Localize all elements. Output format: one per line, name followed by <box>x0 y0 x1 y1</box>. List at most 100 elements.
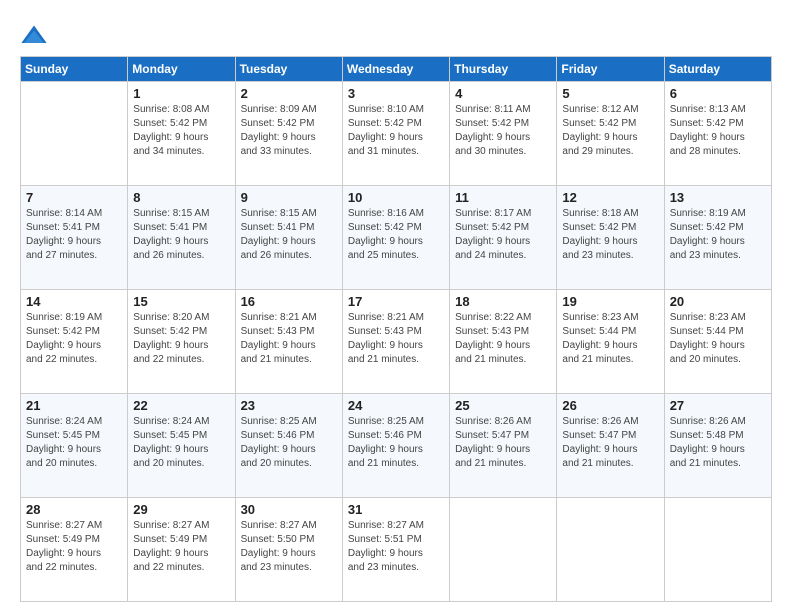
day-number: 14 <box>26 294 122 309</box>
day-number: 5 <box>562 86 658 101</box>
calendar-day-cell: 13 Sunrise: 8:19 AM Sunset: 5:42 PM Dayli… <box>664 186 771 290</box>
calendar-week-row: 21 Sunrise: 8:24 AM Sunset: 5:45 PM Dayli… <box>21 394 772 498</box>
calendar-table: SundayMondayTuesdayWednesdayThursdayFrid… <box>20 56 772 602</box>
day-number: 27 <box>670 398 766 413</box>
day-detail: Sunrise: 8:27 AM Sunset: 5:49 PM Dayligh… <box>26 519 122 575</box>
day-number: 15 <box>133 294 229 309</box>
calendar-day-cell: 8 Sunrise: 8:15 AM Sunset: 5:41 PM Daylig… <box>128 186 235 290</box>
calendar-day-cell: 15 Sunrise: 8:20 AM Sunset: 5:42 PM Dayli… <box>128 290 235 394</box>
page: SundayMondayTuesdayWednesdayThursdayFrid… <box>0 0 792 612</box>
calendar-day-cell: 20Sunrise: 8:23 AM Sunset: 5:44 PM Dayli… <box>664 290 771 394</box>
calendar-day-cell: 9Sunrise: 8:15 AM Sunset: 5:41 PM Daylig… <box>235 186 342 290</box>
calendar-day-cell: 7 Sunrise: 8:14 AM Sunset: 5:41 PM Daylig… <box>21 186 128 290</box>
day-number: 12 <box>562 190 658 205</box>
calendar-week-row: 7 Sunrise: 8:14 AM Sunset: 5:41 PM Daylig… <box>21 186 772 290</box>
day-detail: Sunrise: 8:08 AM Sunset: 5:42 PM Dayligh… <box>133 103 229 159</box>
day-detail: Sunrise: 8:19 AM Sunset: 5:42 PM Dayligh… <box>670 207 766 263</box>
calendar-day-cell: 12 Sunrise: 8:18 AM Sunset: 5:42 PM Dayli… <box>557 186 664 290</box>
day-detail: Sunrise: 8:23 AM Sunset: 5:44 PM Dayligh… <box>562 311 658 367</box>
calendar-day-cell <box>21 82 128 186</box>
calendar-day-header: Friday <box>557 57 664 82</box>
day-detail: Sunrise: 8:16 AM Sunset: 5:42 PM Dayligh… <box>348 207 444 263</box>
calendar-day-cell: 19 Sunrise: 8:23 AM Sunset: 5:44 PM Dayli… <box>557 290 664 394</box>
calendar-day-header: Sunday <box>21 57 128 82</box>
day-number: 7 <box>26 190 122 205</box>
calendar-header-row: SundayMondayTuesdayWednesdayThursdayFrid… <box>21 57 772 82</box>
day-detail: Sunrise: 8:24 AM Sunset: 5:45 PM Dayligh… <box>26 415 122 471</box>
day-number: 3 <box>348 86 444 101</box>
calendar-day-cell: 28 Sunrise: 8:27 AM Sunset: 5:49 PM Dayli… <box>21 498 128 602</box>
day-number: 4 <box>455 86 551 101</box>
day-number: 23 <box>241 398 337 413</box>
day-number: 11 <box>455 190 551 205</box>
day-number: 31 <box>348 502 444 517</box>
day-number: 10 <box>348 190 444 205</box>
calendar-day-cell: 29Sunrise: 8:27 AM Sunset: 5:49 PM Dayli… <box>128 498 235 602</box>
day-number: 24 <box>348 398 444 413</box>
day-detail: Sunrise: 8:27 AM Sunset: 5:50 PM Dayligh… <box>241 519 337 575</box>
day-number: 30 <box>241 502 337 517</box>
day-detail: Sunrise: 8:26 AM Sunset: 5:47 PM Dayligh… <box>455 415 551 471</box>
day-detail: Sunrise: 8:10 AM Sunset: 5:42 PM Dayligh… <box>348 103 444 159</box>
calendar-day-cell: 25 Sunrise: 8:26 AM Sunset: 5:47 PM Dayli… <box>450 394 557 498</box>
day-number: 28 <box>26 502 122 517</box>
day-detail: Sunrise: 8:25 AM Sunset: 5:46 PM Dayligh… <box>241 415 337 471</box>
calendar-day-cell: 6 Sunrise: 8:13 AM Sunset: 5:42 PM Daylig… <box>664 82 771 186</box>
day-number: 26 <box>562 398 658 413</box>
calendar-day-cell <box>557 498 664 602</box>
day-detail: Sunrise: 8:12 AM Sunset: 5:42 PM Dayligh… <box>562 103 658 159</box>
calendar-day-cell: 14 Sunrise: 8:19 AM Sunset: 5:42 PM Dayli… <box>21 290 128 394</box>
calendar-day-cell <box>664 498 771 602</box>
day-number: 19 <box>562 294 658 309</box>
calendar-day-cell: 30 Sunrise: 8:27 AM Sunset: 5:50 PM Dayli… <box>235 498 342 602</box>
calendar-day-header: Thursday <box>450 57 557 82</box>
day-detail: Sunrise: 8:26 AM Sunset: 5:47 PM Dayligh… <box>562 415 658 471</box>
day-detail: Sunrise: 8:21 AM Sunset: 5:43 PM Dayligh… <box>348 311 444 367</box>
day-number: 21 <box>26 398 122 413</box>
calendar-day-cell: 18 Sunrise: 8:22 AM Sunset: 5:43 PM Dayli… <box>450 290 557 394</box>
calendar-day-cell: 23 Sunrise: 8:25 AM Sunset: 5:46 PM Dayli… <box>235 394 342 498</box>
day-detail: Sunrise: 8:23 AM Sunset: 5:44 PM Dayligh… <box>670 311 766 367</box>
day-detail: Sunrise: 8:14 AM Sunset: 5:41 PM Dayligh… <box>26 207 122 263</box>
logo-icon <box>20 22 48 50</box>
day-number: 8 <box>133 190 229 205</box>
day-detail: Sunrise: 8:15 AM Sunset: 5:41 PM Dayligh… <box>241 207 337 263</box>
day-detail: Sunrise: 8:18 AM Sunset: 5:42 PM Dayligh… <box>562 207 658 263</box>
calendar-day-header: Tuesday <box>235 57 342 82</box>
day-detail: Sunrise: 8:20 AM Sunset: 5:42 PM Dayligh… <box>133 311 229 367</box>
day-number: 6 <box>670 86 766 101</box>
calendar-day-cell: 10 Sunrise: 8:16 AM Sunset: 5:42 PM Dayli… <box>342 186 449 290</box>
day-detail: Sunrise: 8:17 AM Sunset: 5:42 PM Dayligh… <box>455 207 551 263</box>
calendar-day-cell: 26 Sunrise: 8:26 AM Sunset: 5:47 PM Dayli… <box>557 394 664 498</box>
day-number: 17 <box>348 294 444 309</box>
day-detail: Sunrise: 8:22 AM Sunset: 5:43 PM Dayligh… <box>455 311 551 367</box>
day-number: 1 <box>133 86 229 101</box>
day-detail: Sunrise: 8:13 AM Sunset: 5:42 PM Dayligh… <box>670 103 766 159</box>
day-number: 18 <box>455 294 551 309</box>
day-number: 29 <box>133 502 229 517</box>
day-detail: Sunrise: 8:19 AM Sunset: 5:42 PM Dayligh… <box>26 311 122 367</box>
calendar-day-cell: 5 Sunrise: 8:12 AM Sunset: 5:42 PM Daylig… <box>557 82 664 186</box>
calendar-day-cell: 31Sunrise: 8:27 AM Sunset: 5:51 PM Dayli… <box>342 498 449 602</box>
calendar-day-cell: 21 Sunrise: 8:24 AM Sunset: 5:45 PM Dayli… <box>21 394 128 498</box>
header <box>20 18 772 50</box>
day-detail: Sunrise: 8:11 AM Sunset: 5:42 PM Dayligh… <box>455 103 551 159</box>
calendar-week-row: 14 Sunrise: 8:19 AM Sunset: 5:42 PM Dayli… <box>21 290 772 394</box>
day-detail: Sunrise: 8:09 AM Sunset: 5:42 PM Dayligh… <box>241 103 337 159</box>
calendar-day-cell: 11 Sunrise: 8:17 AM Sunset: 5:42 PM Dayli… <box>450 186 557 290</box>
calendar-day-cell: 1 Sunrise: 8:08 AM Sunset: 5:42 PM Daylig… <box>128 82 235 186</box>
day-detail: Sunrise: 8:26 AM Sunset: 5:48 PM Dayligh… <box>670 415 766 471</box>
calendar-day-cell: 24 Sunrise: 8:25 AM Sunset: 5:46 PM Dayli… <box>342 394 449 498</box>
day-detail: Sunrise: 8:15 AM Sunset: 5:41 PM Dayligh… <box>133 207 229 263</box>
day-number: 13 <box>670 190 766 205</box>
calendar-week-row: 1 Sunrise: 8:08 AM Sunset: 5:42 PM Daylig… <box>21 82 772 186</box>
day-detail: Sunrise: 8:25 AM Sunset: 5:46 PM Dayligh… <box>348 415 444 471</box>
calendar-day-cell: 22Sunrise: 8:24 AM Sunset: 5:45 PM Dayli… <box>128 394 235 498</box>
calendar-day-cell: 4 Sunrise: 8:11 AM Sunset: 5:42 PM Daylig… <box>450 82 557 186</box>
day-number: 22 <box>133 398 229 413</box>
day-number: 2 <box>241 86 337 101</box>
day-number: 25 <box>455 398 551 413</box>
calendar-day-cell: 27 Sunrise: 8:26 AM Sunset: 5:48 PM Dayli… <box>664 394 771 498</box>
calendar-day-header: Wednesday <box>342 57 449 82</box>
calendar-day-header: Saturday <box>664 57 771 82</box>
